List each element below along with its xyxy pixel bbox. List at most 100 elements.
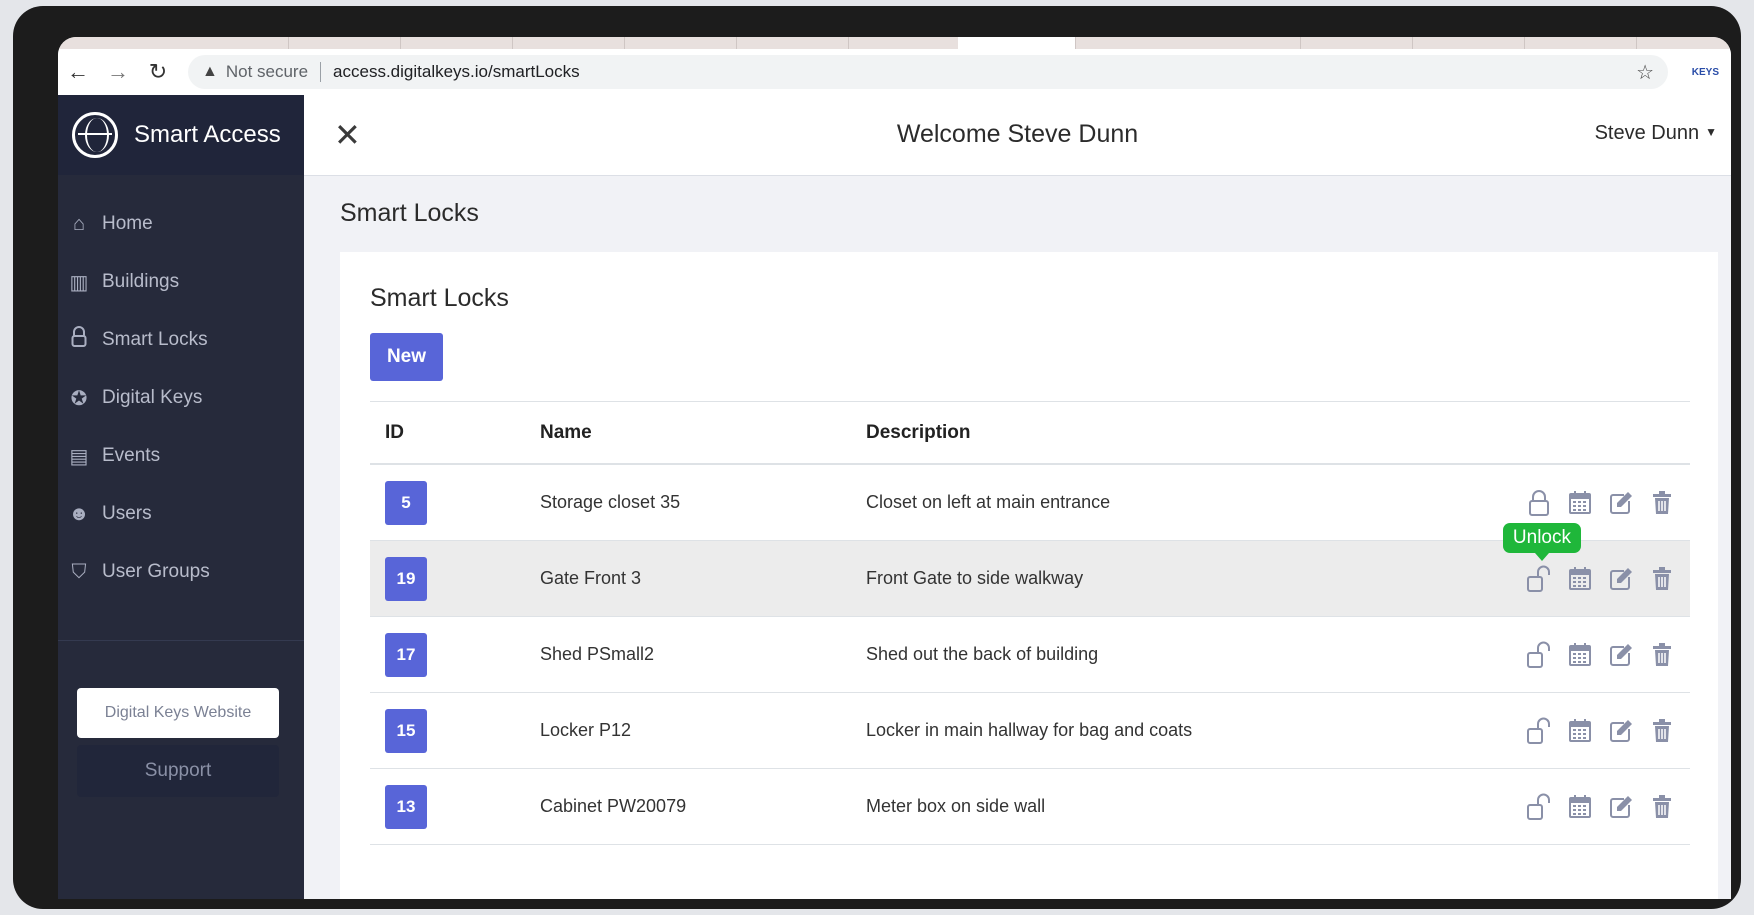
page-title: Smart Locks bbox=[340, 199, 479, 227]
digital-keys-website-button[interactable]: Digital Keys Website bbox=[77, 688, 279, 738]
sidebar-item-users[interactable]: ☻ Users bbox=[58, 485, 304, 543]
id-badge[interactable]: 5 bbox=[385, 480, 427, 525]
schedule-calendar-icon[interactable] bbox=[1560, 635, 1600, 675]
browser-tab[interactable] bbox=[1524, 37, 1637, 49]
welcome-text: Welcome Steve Dunn bbox=[896, 120, 1139, 148]
table-row[interactable]: 5 Storage closet 35 Closet on left at main… bbox=[370, 465, 1690, 541]
browser-tab[interactable] bbox=[736, 37, 849, 49]
calendar-icon: ▤ bbox=[69, 445, 89, 468]
support-button[interactable]: Support bbox=[77, 745, 279, 797]
browser-tab[interactable] bbox=[512, 37, 625, 49]
sidebar: Smart Access ⌂ Home ▥ Buildings Smart Lo… bbox=[58, 95, 304, 899]
edit-icon[interactable] bbox=[1601, 559, 1641, 599]
trash-icon[interactable] bbox=[1642, 559, 1682, 599]
column-header-name[interactable]: Name bbox=[540, 422, 866, 444]
id-badge[interactable]: 19 bbox=[385, 556, 427, 601]
trash-icon[interactable] bbox=[1642, 483, 1682, 523]
forward-arrow-icon[interactable]: → bbox=[98, 59, 138, 85]
edit-icon[interactable] bbox=[1601, 483, 1641, 523]
column-header-id[interactable]: ID bbox=[370, 422, 540, 444]
sidebar-item-label: Home bbox=[102, 213, 153, 234]
sidebar-menu: ⌂ Home ▥ Buildings Smart Locks ✪ Digital… bbox=[58, 195, 304, 601]
schedule-calendar-icon[interactable] bbox=[1560, 787, 1600, 827]
browser-tab[interactable] bbox=[1188, 37, 1301, 49]
table-row[interactable]: 19 Gate Front 3 Front Gate to side walkway… bbox=[370, 523, 1690, 617]
main-content: ✕ Welcome Steve Dunn Steve Dunn ▼ Smart L… bbox=[304, 95, 1731, 899]
brand[interactable]: Smart Access bbox=[58, 95, 304, 175]
browser-tab[interactable] bbox=[1300, 37, 1413, 49]
sidebar-item-label: Smart Locks bbox=[102, 329, 208, 350]
sidebar-item-buildings[interactable]: ▥ Buildings bbox=[58, 253, 304, 311]
security-label[interactable]: Not secure bbox=[226, 62, 308, 82]
schedule-calendar-icon[interactable] bbox=[1560, 559, 1600, 599]
trash-icon[interactable] bbox=[1642, 635, 1682, 675]
sidebar-item-digital-keys[interactable]: ✪ Digital Keys bbox=[58, 369, 304, 427]
lock-open-icon[interactable] bbox=[1519, 559, 1559, 599]
reload-icon[interactable]: ↻ bbox=[138, 59, 178, 85]
id-badge[interactable]: 13 bbox=[385, 784, 427, 829]
table-row[interactable]: 17 Shed PSmall2 Shed out the back of build… bbox=[370, 617, 1690, 693]
name-cell: Shed PSmall2 bbox=[540, 644, 655, 664]
description-cell: Front Gate to side walkway bbox=[866, 568, 1084, 588]
browser-window: ← → ↻ ▲ Not secure access.digitalkeys.io… bbox=[58, 37, 1731, 899]
separator bbox=[320, 62, 322, 82]
sidebar-item-label: User Groups bbox=[102, 561, 210, 582]
lock-closed-icon[interactable] bbox=[1519, 483, 1559, 523]
unlock-tooltip: Unlock bbox=[1502, 523, 1581, 561]
back-arrow-icon[interactable]: ← bbox=[58, 59, 98, 85]
sidebar-item-label: Digital Keys bbox=[102, 387, 203, 408]
sidebar-item-events[interactable]: ▤ Events bbox=[58, 427, 304, 485]
column-header-description[interactable]: Description bbox=[866, 422, 1486, 444]
smart-locks-table: ID Name Description 5 Storage closet 35 Cl… bbox=[370, 401, 1690, 845]
table-row[interactable]: 15 Locker P12 Locker in main hallway for b… bbox=[370, 693, 1690, 769]
browser-tab[interactable] bbox=[288, 37, 401, 49]
description-cell: Meter box on side wall bbox=[866, 796, 1046, 816]
new-button[interactable]: New bbox=[370, 333, 443, 381]
lock-open-icon[interactable] bbox=[1519, 787, 1559, 827]
top-header: ✕ Welcome Steve Dunn Steve Dunn ▼ bbox=[304, 95, 1731, 176]
user-menu[interactable]: Steve Dunn ▼ bbox=[1595, 122, 1717, 145]
warning-icon[interactable]: ▲ bbox=[202, 63, 218, 81]
description-cell: Locker in main hallway for bag and coats bbox=[866, 720, 1193, 740]
id-cell: 13 bbox=[370, 784, 540, 829]
shield-icon: ⛉ bbox=[71, 560, 87, 583]
row-actions: Unlock bbox=[1502, 523, 1682, 616]
browser-tab[interactable] bbox=[400, 37, 513, 49]
description-cell: Shed out the back of building bbox=[866, 644, 1099, 664]
lock-icon bbox=[66, 326, 92, 354]
brand-name: Smart Access bbox=[134, 121, 281, 148]
edit-icon[interactable] bbox=[1601, 787, 1641, 827]
trash-icon[interactable] bbox=[1642, 711, 1682, 751]
trash-icon[interactable] bbox=[1642, 787, 1682, 827]
chevron-down-icon[interactable]: ▼ bbox=[1705, 125, 1717, 139]
table-row[interactable]: 13 Cabinet PW20079 Meter box on side wall bbox=[370, 769, 1690, 845]
browser-tab-active[interactable] bbox=[958, 37, 1076, 49]
row-actions bbox=[1518, 693, 1682, 768]
name-cell: Gate Front 3 bbox=[540, 568, 642, 588]
bookmark-star-icon[interactable]: ☆ bbox=[1636, 60, 1654, 85]
address-bar[interactable]: ▲ Not secure access.digitalkeys.io/smart… bbox=[188, 55, 1668, 89]
browser-tab[interactable] bbox=[624, 37, 737, 49]
edit-icon[interactable] bbox=[1601, 635, 1641, 675]
id-cell: 15 bbox=[370, 708, 540, 753]
schedule-calendar-icon[interactable] bbox=[1560, 483, 1600, 523]
schedule-calendar-icon[interactable] bbox=[1560, 711, 1600, 751]
row-actions bbox=[1518, 769, 1682, 844]
id-badge[interactable]: 17 bbox=[385, 632, 427, 677]
id-badge[interactable]: 15 bbox=[385, 708, 427, 753]
edit-icon[interactable] bbox=[1601, 711, 1641, 751]
user-name[interactable]: Steve Dunn bbox=[1595, 122, 1700, 144]
key-badge-icon: ✪ bbox=[70, 387, 88, 410]
name-cell: Storage closet 35 bbox=[540, 492, 681, 512]
users-icon: ☻ bbox=[68, 502, 90, 525]
browser-tab[interactable] bbox=[176, 37, 289, 49]
sidebar-item-home[interactable]: ⌂ Home bbox=[58, 195, 304, 253]
url-text[interactable]: access.digitalkeys.io/smartLocks bbox=[333, 62, 580, 82]
id-cell: 19 bbox=[370, 556, 540, 601]
sidebar-item-user-groups[interactable]: ⛉ User Groups bbox=[58, 543, 304, 601]
sidebar-item-smart-locks[interactable]: Smart Locks bbox=[58, 311, 304, 369]
lock-open-icon[interactable] bbox=[1519, 711, 1559, 751]
extension-icon[interactable]: KEYS bbox=[1692, 67, 1719, 78]
browser-tab[interactable] bbox=[1412, 37, 1525, 49]
lock-open-icon[interactable] bbox=[1519, 635, 1559, 675]
